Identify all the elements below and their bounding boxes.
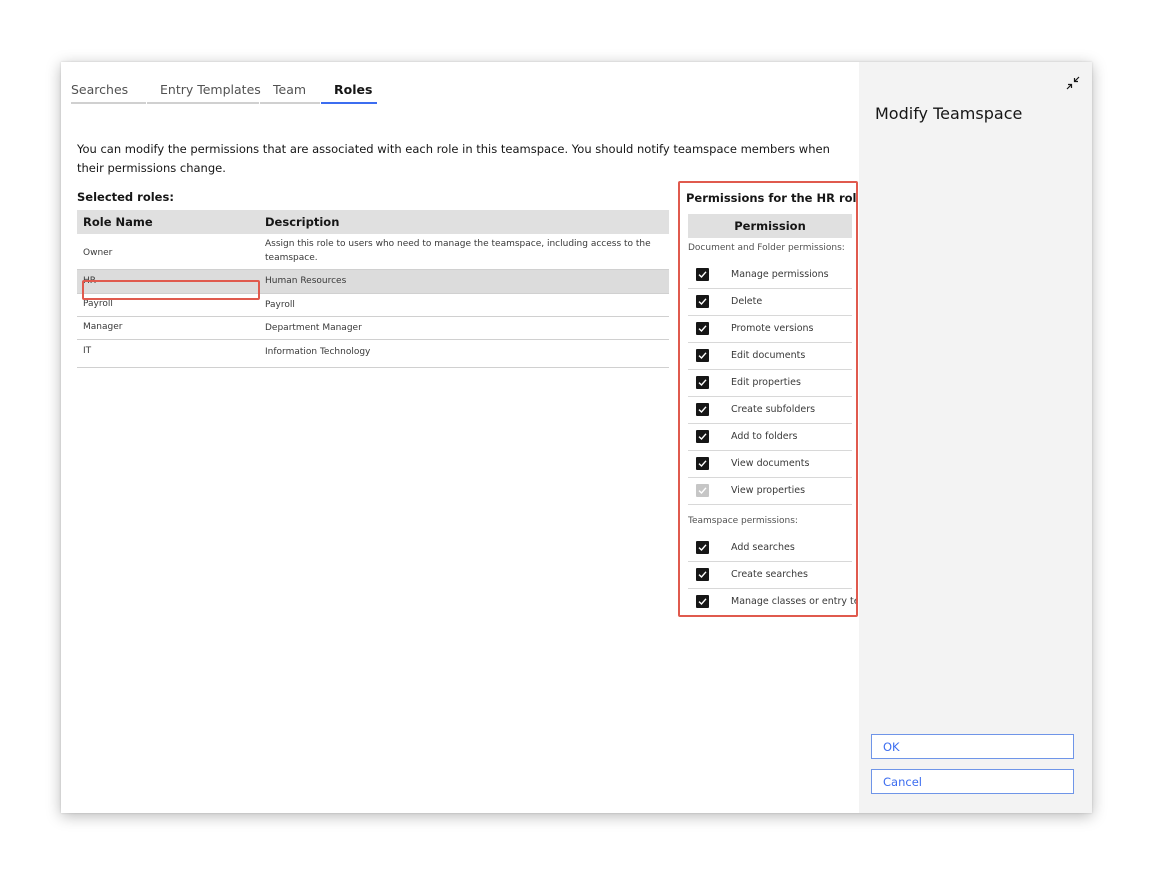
checkmark-icon bbox=[698, 460, 707, 468]
role-name: Payroll bbox=[83, 299, 113, 309]
cancel-button[interactable]: Cancel bbox=[871, 769, 1074, 794]
permission-label: View properties bbox=[731, 485, 806, 496]
permission-row: Add to folders bbox=[688, 423, 852, 451]
permissions-panel: Permissions for the HR role: Permission … bbox=[678, 181, 858, 617]
minimize-arrows-icon[interactable] bbox=[1066, 76, 1080, 90]
table-row[interactable]: Manager Department Manager bbox=[77, 317, 669, 340]
checkmark-icon bbox=[698, 571, 707, 579]
column-role-name: Role Name bbox=[83, 215, 153, 229]
role-description: Department Manager bbox=[265, 323, 362, 333]
column-description: Description bbox=[265, 215, 340, 229]
modify-teamspace-dialog: Searches Entry Templates Team Roles You … bbox=[61, 62, 1092, 813]
checkbox[interactable] bbox=[696, 295, 709, 308]
checkbox[interactable] bbox=[696, 349, 709, 362]
tab-roles[interactable]: Roles bbox=[321, 82, 377, 104]
role-description: Payroll bbox=[265, 300, 295, 310]
permission-row: Edit documents bbox=[688, 342, 852, 370]
permission-label: View documents bbox=[731, 458, 810, 469]
checkbox[interactable] bbox=[696, 268, 709, 281]
permission-label: Create searches bbox=[731, 569, 808, 580]
tab-searches[interactable]: Searches bbox=[71, 82, 146, 104]
hr-row-highlight bbox=[82, 280, 260, 300]
checkbox[interactable] bbox=[696, 376, 709, 389]
permission-row: Create subfolders bbox=[688, 396, 852, 424]
permission-column-header: Permission bbox=[688, 214, 852, 238]
doc-permissions-section: Document and Folder permissions: bbox=[688, 243, 845, 253]
selected-roles-label: Selected roles: bbox=[77, 190, 174, 204]
permission-row: Add searches bbox=[688, 534, 852, 562]
permission-row: View properties bbox=[688, 477, 852, 505]
permission-label: Add to folders bbox=[731, 431, 798, 442]
teamspace-permissions-section: Teamspace permissions: bbox=[688, 516, 798, 526]
permission-row: View documents bbox=[688, 450, 852, 478]
checkbox[interactable] bbox=[696, 430, 709, 443]
permissions-title: Permissions for the HR role: bbox=[686, 191, 858, 205]
checkbox[interactable] bbox=[696, 403, 709, 416]
intro-text: You can modify the permissions that are … bbox=[77, 142, 830, 175]
checkmark-icon bbox=[698, 379, 707, 387]
permission-row: Edit properties bbox=[688, 369, 852, 397]
role-name: IT bbox=[83, 346, 92, 356]
permission-row: Delete bbox=[688, 288, 852, 316]
tab-entry-templates[interactable]: Entry Templates bbox=[147, 82, 261, 104]
permission-label: Delete bbox=[731, 296, 763, 307]
table-row[interactable]: Owner Assign this role to users who need… bbox=[77, 234, 669, 270]
checkbox[interactable] bbox=[696, 568, 709, 581]
permission-row: Create searches bbox=[688, 561, 852, 589]
checkmark-icon bbox=[698, 298, 707, 306]
permission-row: Manage classes or entry te bbox=[688, 588, 856, 615]
main-content: Searches Entry Templates Team Roles You … bbox=[61, 62, 859, 813]
permission-label: Manage classes or entry te bbox=[731, 596, 858, 607]
tab-team[interactable]: Team bbox=[260, 82, 320, 104]
table-row[interactable]: IT Information Technology bbox=[77, 340, 669, 368]
checkbox[interactable] bbox=[696, 541, 709, 554]
checkmark-icon bbox=[698, 433, 707, 441]
checkmark-icon bbox=[698, 544, 707, 552]
checkbox[interactable] bbox=[696, 457, 709, 470]
permission-label: Manage permissions bbox=[731, 269, 829, 280]
checkmark-icon bbox=[698, 325, 707, 333]
checkmark-icon bbox=[698, 352, 707, 360]
checkbox bbox=[696, 484, 709, 497]
checkmark-icon bbox=[698, 271, 707, 279]
checkmark-icon bbox=[698, 598, 707, 606]
permission-label: Edit documents bbox=[731, 350, 806, 361]
permission-row: Manage permissions bbox=[688, 261, 852, 289]
checkmark-icon bbox=[698, 487, 707, 495]
permission-label: Add searches bbox=[731, 542, 795, 553]
role-name: Manager bbox=[83, 322, 123, 332]
checkbox[interactable] bbox=[696, 322, 709, 335]
role-description: Information Technology bbox=[265, 347, 371, 357]
permission-row: Promote versions bbox=[688, 315, 852, 343]
side-panel-title: Modify Teamspace bbox=[875, 104, 1023, 123]
role-description: Assign this role to users who need to ma… bbox=[265, 239, 651, 263]
permission-label: Edit properties bbox=[731, 377, 801, 388]
side-panel: Modify Teamspace OK Cancel bbox=[859, 62, 1092, 813]
role-description: Human Resources bbox=[265, 276, 347, 286]
role-name: Owner bbox=[83, 248, 113, 258]
checkmark-icon bbox=[698, 406, 707, 414]
permission-label: Create subfolders bbox=[731, 404, 816, 415]
permission-label: Promote versions bbox=[731, 323, 814, 334]
checkbox[interactable] bbox=[696, 595, 709, 608]
ok-button[interactable]: OK bbox=[871, 734, 1074, 759]
roles-table-header: Role Name Description bbox=[77, 210, 669, 234]
